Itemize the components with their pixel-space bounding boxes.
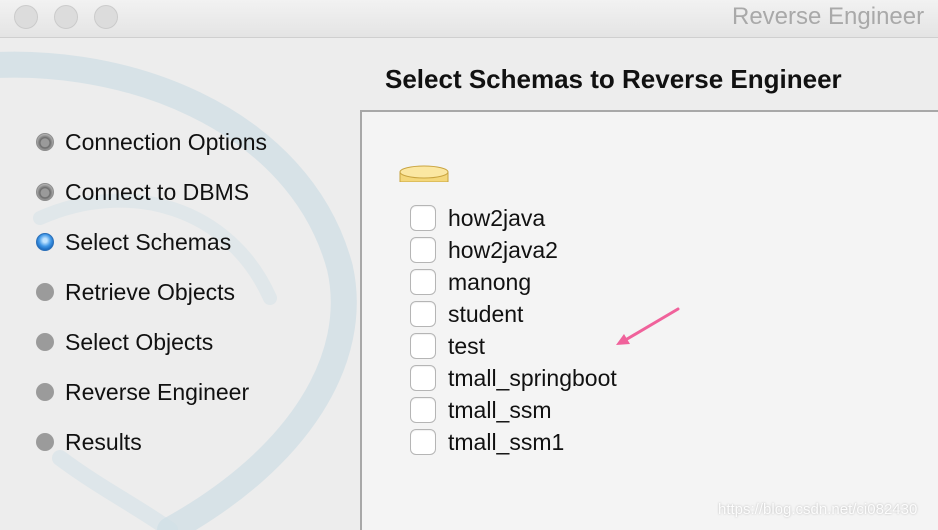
step-results: Results <box>36 417 267 467</box>
schema-name[interactable]: how2java <box>448 205 545 232</box>
schema-row: student <box>410 298 617 330</box>
schema-checkbox[interactable] <box>410 429 436 455</box>
step-pending-icon <box>36 333 54 351</box>
step-label: Retrieve Objects <box>65 278 236 305</box>
step-label: Results <box>65 428 142 455</box>
close-window-button[interactable] <box>14 5 38 29</box>
step-current-icon <box>36 233 54 251</box>
watermark-text: https://blog.csdn.net/ci082430 <box>718 501 918 518</box>
schema-row: manong <box>410 266 617 298</box>
step-reverse-engineer: Reverse Engineer <box>36 367 267 417</box>
schema-name[interactable]: student <box>448 301 523 328</box>
schema-name[interactable]: tmall_ssm <box>448 397 552 424</box>
step-retrieve-objects: Retrieve Objects <box>36 267 267 317</box>
step-pending-icon <box>36 433 54 451</box>
pink-arrow-icon <box>616 307 680 345</box>
zoom-window-button[interactable] <box>94 5 118 29</box>
step-label: Connection Options <box>65 128 268 155</box>
schema-row: tmall_ssm <box>410 394 617 426</box>
step-select-objects: Select Objects <box>36 317 267 367</box>
schema-checkbox[interactable] <box>410 365 436 391</box>
schema-name[interactable]: tmall_ssm1 <box>448 429 564 456</box>
step-done-icon <box>36 183 54 201</box>
schema-row: how2java2 <box>410 234 617 266</box>
schema-name[interactable]: how2java2 <box>448 237 558 264</box>
wizard-steps: Connection Options Connect to DBMS Selec… <box>36 117 267 467</box>
schema-checkbox[interactable] <box>410 301 436 327</box>
step-pending-icon <box>36 283 54 301</box>
step-label: Select Schemas <box>65 228 232 255</box>
step-label: Reverse Engineer <box>65 378 250 405</box>
step-done-icon <box>36 133 54 151</box>
minimize-window-button[interactable] <box>54 5 78 29</box>
step-connection-options: Connection Options <box>36 117 267 167</box>
reverse-engineer-window: Reverse Engineer Connection Options Conn… <box>0 0 938 530</box>
step-connect-to-dbms: Connect to DBMS <box>36 167 267 217</box>
title-bar: Reverse Engineer <box>0 0 938 38</box>
step-select-schemas: Select Schemas <box>36 217 267 267</box>
step-label: Connect to DBMS <box>65 178 250 205</box>
database-icon <box>399 165 449 182</box>
schema-row: test <box>410 330 617 362</box>
schema-name[interactable]: manong <box>448 269 531 296</box>
schema-row: tmall_springboot <box>410 362 617 394</box>
schema-name[interactable]: test <box>448 333 485 360</box>
step-pending-icon <box>36 383 54 401</box>
schema-name[interactable]: tmall_springboot <box>448 365 617 392</box>
schema-checkbox[interactable] <box>410 397 436 423</box>
window-title: Reverse Engineer <box>732 3 925 30</box>
page-title: Select Schemas to Reverse Engineer <box>385 64 842 94</box>
schema-row: tmall_ssm1 <box>410 426 617 458</box>
schema-checkbox[interactable] <box>410 333 436 359</box>
step-label: Select Objects <box>65 328 214 355</box>
schema-checkbox[interactable] <box>410 237 436 263</box>
schema-list: how2java how2java2 manong student test t… <box>410 202 617 458</box>
schema-row: how2java <box>410 202 617 234</box>
schema-checkbox[interactable] <box>410 269 436 295</box>
schema-checkbox[interactable] <box>410 205 436 231</box>
